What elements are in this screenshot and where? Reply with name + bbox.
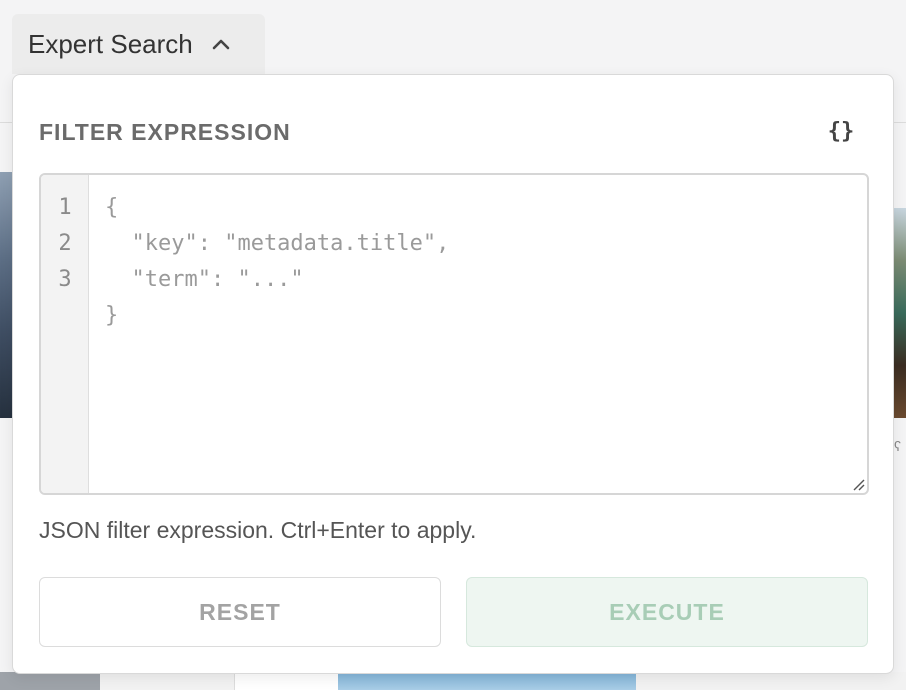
execute-button[interactable]: EXECUTE xyxy=(466,577,868,647)
expert-search-label: Expert Search xyxy=(28,28,193,59)
line-number: 2 xyxy=(58,231,72,256)
code-line: "term": "..." xyxy=(105,267,304,292)
code-line: { xyxy=(105,195,119,220)
format-json-button[interactable]: {} xyxy=(821,115,861,147)
filter-expression-editor[interactable]: 1 2 3 { "key": "metadata.title", "term":… xyxy=(39,173,869,495)
background-thumbnail[interactable] xyxy=(0,672,100,690)
editor-hint: JSON filter expression. Ctrl+Enter to ap… xyxy=(39,517,477,543)
background-thumbnail[interactable] xyxy=(338,672,636,690)
chevron-up-icon xyxy=(211,34,231,54)
panel-title: FILTER EXPRESSION xyxy=(39,119,291,145)
background-tile xyxy=(100,672,234,690)
background-thumbnail-right[interactable] xyxy=(893,208,906,418)
background-tile xyxy=(234,672,338,690)
expert-search-toggle[interactable]: Expert Search xyxy=(12,14,265,74)
background-tile xyxy=(636,672,906,690)
code-line: "key": "metadata.title", xyxy=(105,231,450,256)
line-number-gutter: 1 2 3 xyxy=(41,175,89,493)
background-caption-fragment: ʕ xyxy=(894,438,901,454)
page: ʕ Expert Search FILTER EXPRESSION {} 1 2… xyxy=(0,0,906,690)
reset-button[interactable]: RESET xyxy=(39,577,441,647)
filter-expression-panel: FILTER EXPRESSION {} 1 2 3 { "key": "met… xyxy=(12,74,894,674)
line-number: 3 xyxy=(58,267,72,292)
line-number: 1 xyxy=(58,195,72,220)
code-line: } xyxy=(105,303,119,328)
resize-handle-icon[interactable] xyxy=(851,477,865,491)
